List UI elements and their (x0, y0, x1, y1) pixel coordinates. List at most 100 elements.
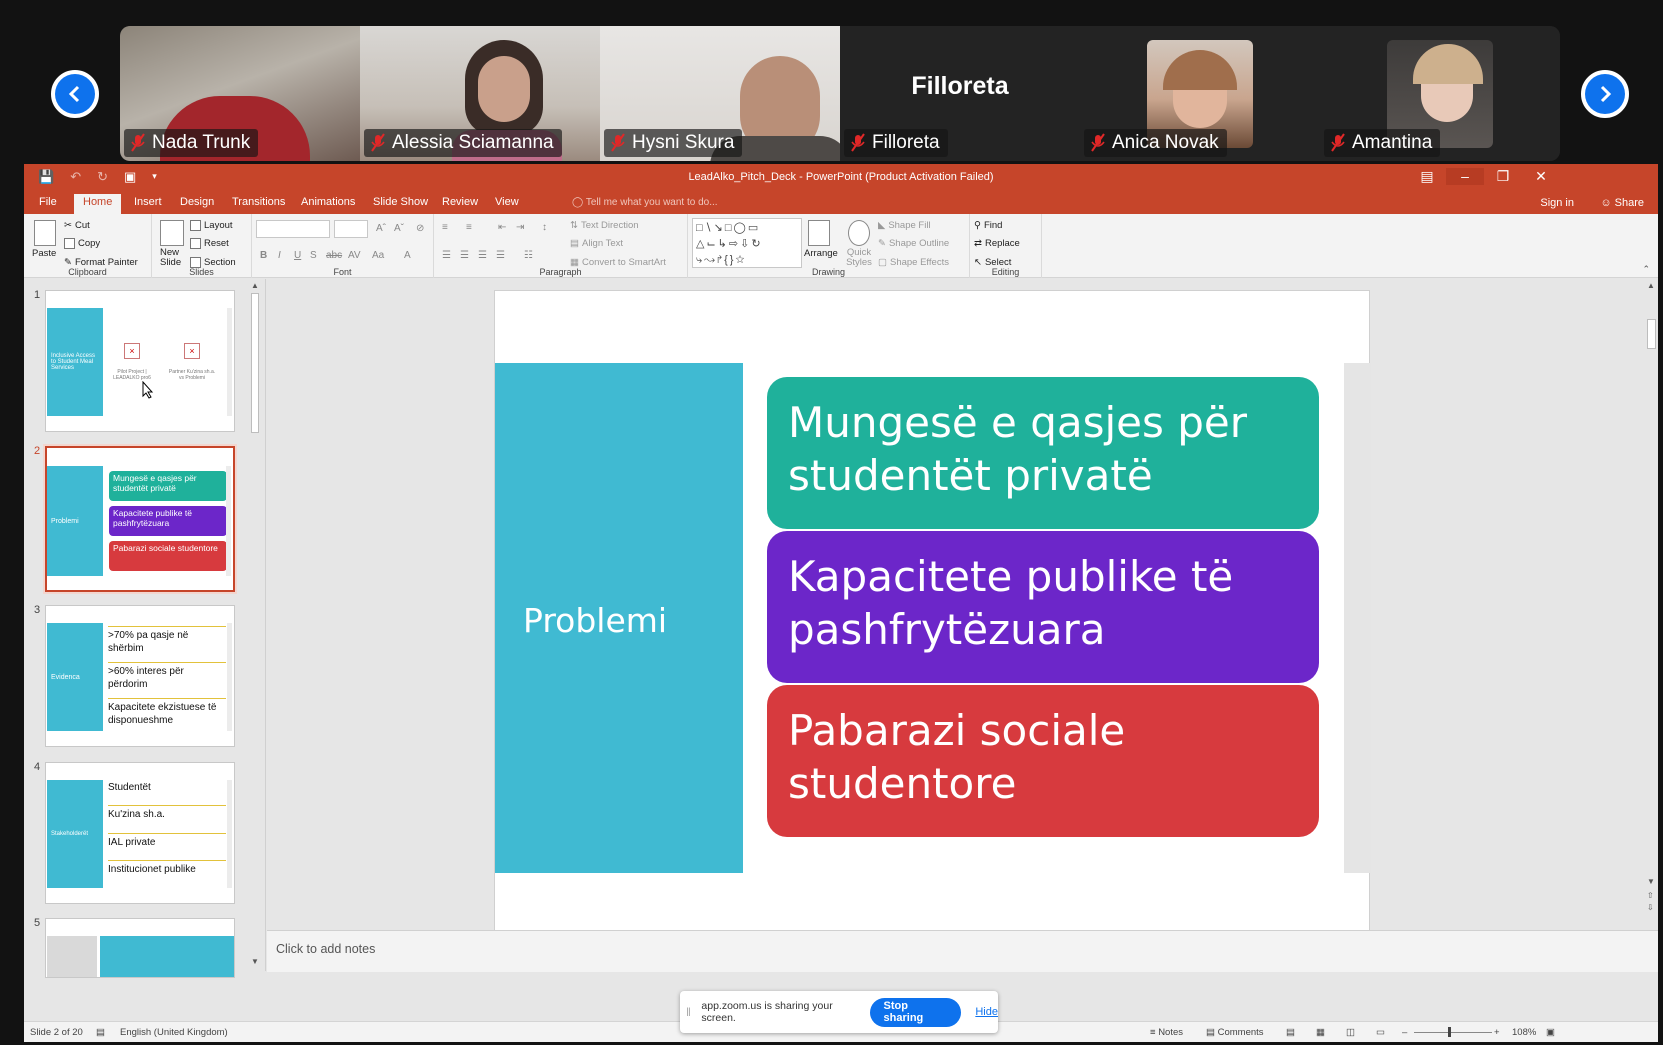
spell-check-icon[interactable]: ▤ (96, 1027, 105, 1038)
problem-box-1[interactable]: Mungesë e qasjes për studentët privatë (767, 377, 1319, 529)
decrease-indent-icon[interactable]: ⇤ (498, 222, 506, 233)
bold-icon[interactable]: B (260, 250, 267, 261)
tab-animations[interactable]: Animations (301, 196, 355, 208)
participant-tile[interactable]: Hysni Skura (600, 26, 840, 161)
ribbon-display-options-icon[interactable]: ▤ (1408, 168, 1446, 185)
zoom-slider[interactable] (1414, 1032, 1492, 1033)
justify-icon[interactable]: ☰ (496, 250, 505, 261)
layout-button[interactable]: Layout (190, 220, 233, 231)
text-direction-button[interactable]: ⇅ Text Direction (570, 220, 639, 231)
scroll-up-icon[interactable]: ▲ (1647, 281, 1655, 290)
zoom-slider-thumb[interactable] (1448, 1027, 1451, 1037)
character-spacing-icon[interactable]: AV (348, 250, 361, 261)
align-text-button[interactable]: ▤ Align Text (570, 238, 623, 249)
participant-tile[interactable]: Alessia Sciamanna (360, 26, 600, 161)
line-spacing-icon[interactable]: ↕ (542, 222, 547, 233)
shadow-icon[interactable]: S (310, 250, 317, 261)
arrange-button[interactable]: Arrange (804, 248, 838, 259)
participant-tile[interactable]: Anica Novak (1080, 26, 1320, 161)
normal-view-icon[interactable]: ▤ (1286, 1027, 1295, 1038)
arrange-icon[interactable] (808, 220, 830, 246)
scroll-thumb[interactable] (1647, 319, 1656, 349)
participant-tile[interactable]: Nada Trunk (120, 26, 360, 161)
hide-banner-link[interactable]: Hide (975, 1006, 998, 1018)
minimize-button[interactable]: – (1446, 168, 1484, 185)
scroll-down-icon[interactable]: ▼ (1647, 877, 1655, 886)
columns-icon[interactable]: ☷ (524, 250, 533, 261)
previous-slide-icon[interactable]: ⇧ (1647, 891, 1654, 900)
notes-pane[interactable]: Click to add notes (267, 930, 1658, 972)
previous-page-button[interactable] (51, 70, 99, 118)
strikethrough-icon[interactable]: abc (326, 250, 342, 261)
align-right-icon[interactable]: ☰ (478, 250, 487, 261)
shape-fill-button[interactable]: ◣ Shape Fill (878, 220, 931, 231)
reading-view-icon[interactable]: ◫ (1346, 1027, 1355, 1038)
shapes-gallery[interactable]: □∖↘□◯▭ △⌙↳⇨⇩↻ ⤷↝↱{}☆ (692, 218, 802, 268)
tab-slide-show[interactable]: Slide Show (373, 196, 428, 208)
quick-styles-icon[interactable] (848, 220, 870, 246)
font-family-select[interactable] (256, 220, 330, 238)
new-slide-icon[interactable] (160, 220, 184, 246)
underline-icon[interactable]: U (294, 250, 301, 261)
zoom-out-icon[interactable]: – (1402, 1027, 1407, 1038)
paste-icon[interactable] (34, 220, 56, 246)
paste-button[interactable]: Paste (32, 248, 56, 259)
grow-font-icon[interactable]: Aˆ (376, 223, 386, 234)
cut-button[interactable]: ✂ Cut (64, 220, 90, 231)
slide-thumbnail-1[interactable]: Inclusive Access to Student Meal Service… (45, 290, 235, 432)
drag-handle-icon[interactable]: ‖ (686, 1005, 697, 1019)
clear-formatting-icon[interactable]: ⊘ (416, 223, 424, 234)
shape-outline-button[interactable]: ✎ Shape Outline (878, 238, 949, 249)
quick-styles-button[interactable]: Quick Styles (844, 247, 874, 269)
problem-box-3[interactable]: Pabarazi sociale studentore (767, 685, 1319, 837)
comments-toggle[interactable]: ▤ Comments (1206, 1027, 1264, 1038)
tab-insert[interactable]: Insert (134, 196, 162, 208)
align-left-icon[interactable]: ☰ (442, 250, 451, 261)
share-button[interactable]: ☺ Share (1600, 197, 1644, 209)
scroll-thumb[interactable] (251, 293, 259, 433)
scroll-up-icon[interactable]: ▲ (251, 281, 259, 290)
font-size-select[interactable] (334, 220, 368, 238)
slide-title[interactable]: Problemi (523, 601, 667, 640)
language-indicator[interactable]: English (United Kingdom) (120, 1027, 228, 1038)
new-slide-button[interactable]: New Slide (160, 247, 190, 269)
align-center-icon[interactable]: ☰ (460, 250, 469, 261)
current-slide[interactable]: Problemi Mungesë e qasjes për studentët … (494, 290, 1371, 946)
shrink-font-icon[interactable]: Aˇ (394, 223, 404, 234)
participant-tile[interactable]: Filloreta Filloreta (840, 26, 1080, 161)
tab-transitions[interactable]: Transitions (232, 196, 285, 208)
copy-button[interactable]: Copy (64, 238, 100, 249)
find-button[interactable]: ⚲ Find (974, 220, 1002, 231)
stop-sharing-button[interactable]: Stop sharing (869, 997, 962, 1027)
tab-design[interactable]: Design (180, 196, 214, 208)
italic-icon[interactable]: I (278, 250, 281, 261)
thumbnail-scrollbar[interactable]: ▲ ▼ (249, 279, 261, 971)
slide-scrollbar[interactable]: ▲ ▼ ⇧ ⇩ (1645, 279, 1658, 929)
slide-thumbnail-4[interactable]: Stakeholderët Studentët Ku'zina sh.a. IA… (45, 762, 235, 904)
increase-indent-icon[interactable]: ⇥ (516, 222, 524, 233)
numbering-icon[interactable]: ≡ (466, 222, 472, 233)
bullets-icon[interactable]: ≡ (442, 222, 448, 233)
slide-sorter-icon[interactable]: ▦ (1316, 1027, 1325, 1038)
zoom-level[interactable]: 108% (1512, 1027, 1536, 1038)
reset-button[interactable]: Reset (190, 238, 229, 249)
tab-view[interactable]: View (495, 196, 519, 208)
font-color-icon[interactable]: A (404, 250, 411, 261)
collapse-ribbon-icon[interactable]: ⌃ (1642, 264, 1650, 275)
replace-button[interactable]: ⇄ Replace (974, 238, 1020, 249)
fit-slide-icon[interactable]: ▣ (1546, 1027, 1555, 1038)
slide-thumbnail-2[interactable]: Problemi Mungesë e qasjes për studentët … (45, 446, 235, 592)
tab-file[interactable]: File (39, 196, 57, 208)
next-page-button[interactable] (1581, 70, 1629, 118)
slide-thumbnail-3[interactable]: Evidenca >70% pa qasje në shërbim >60% i… (45, 605, 235, 747)
problem-box-2[interactable]: Kapacitete publike të pashfrytëzuara (767, 531, 1319, 683)
participant-tile[interactable]: Amantina (1320, 26, 1560, 161)
restore-button[interactable]: ❐ (1484, 168, 1522, 185)
sign-in-link[interactable]: Sign in (1540, 197, 1574, 209)
scroll-down-icon[interactable]: ▼ (251, 957, 259, 966)
tab-review[interactable]: Review (442, 196, 478, 208)
next-slide-icon[interactable]: ⇩ (1647, 903, 1654, 912)
close-button[interactable]: ✕ (1522, 168, 1560, 185)
slideshow-view-icon[interactable]: ▭ (1376, 1027, 1385, 1038)
tab-home[interactable]: Home (74, 194, 122, 214)
